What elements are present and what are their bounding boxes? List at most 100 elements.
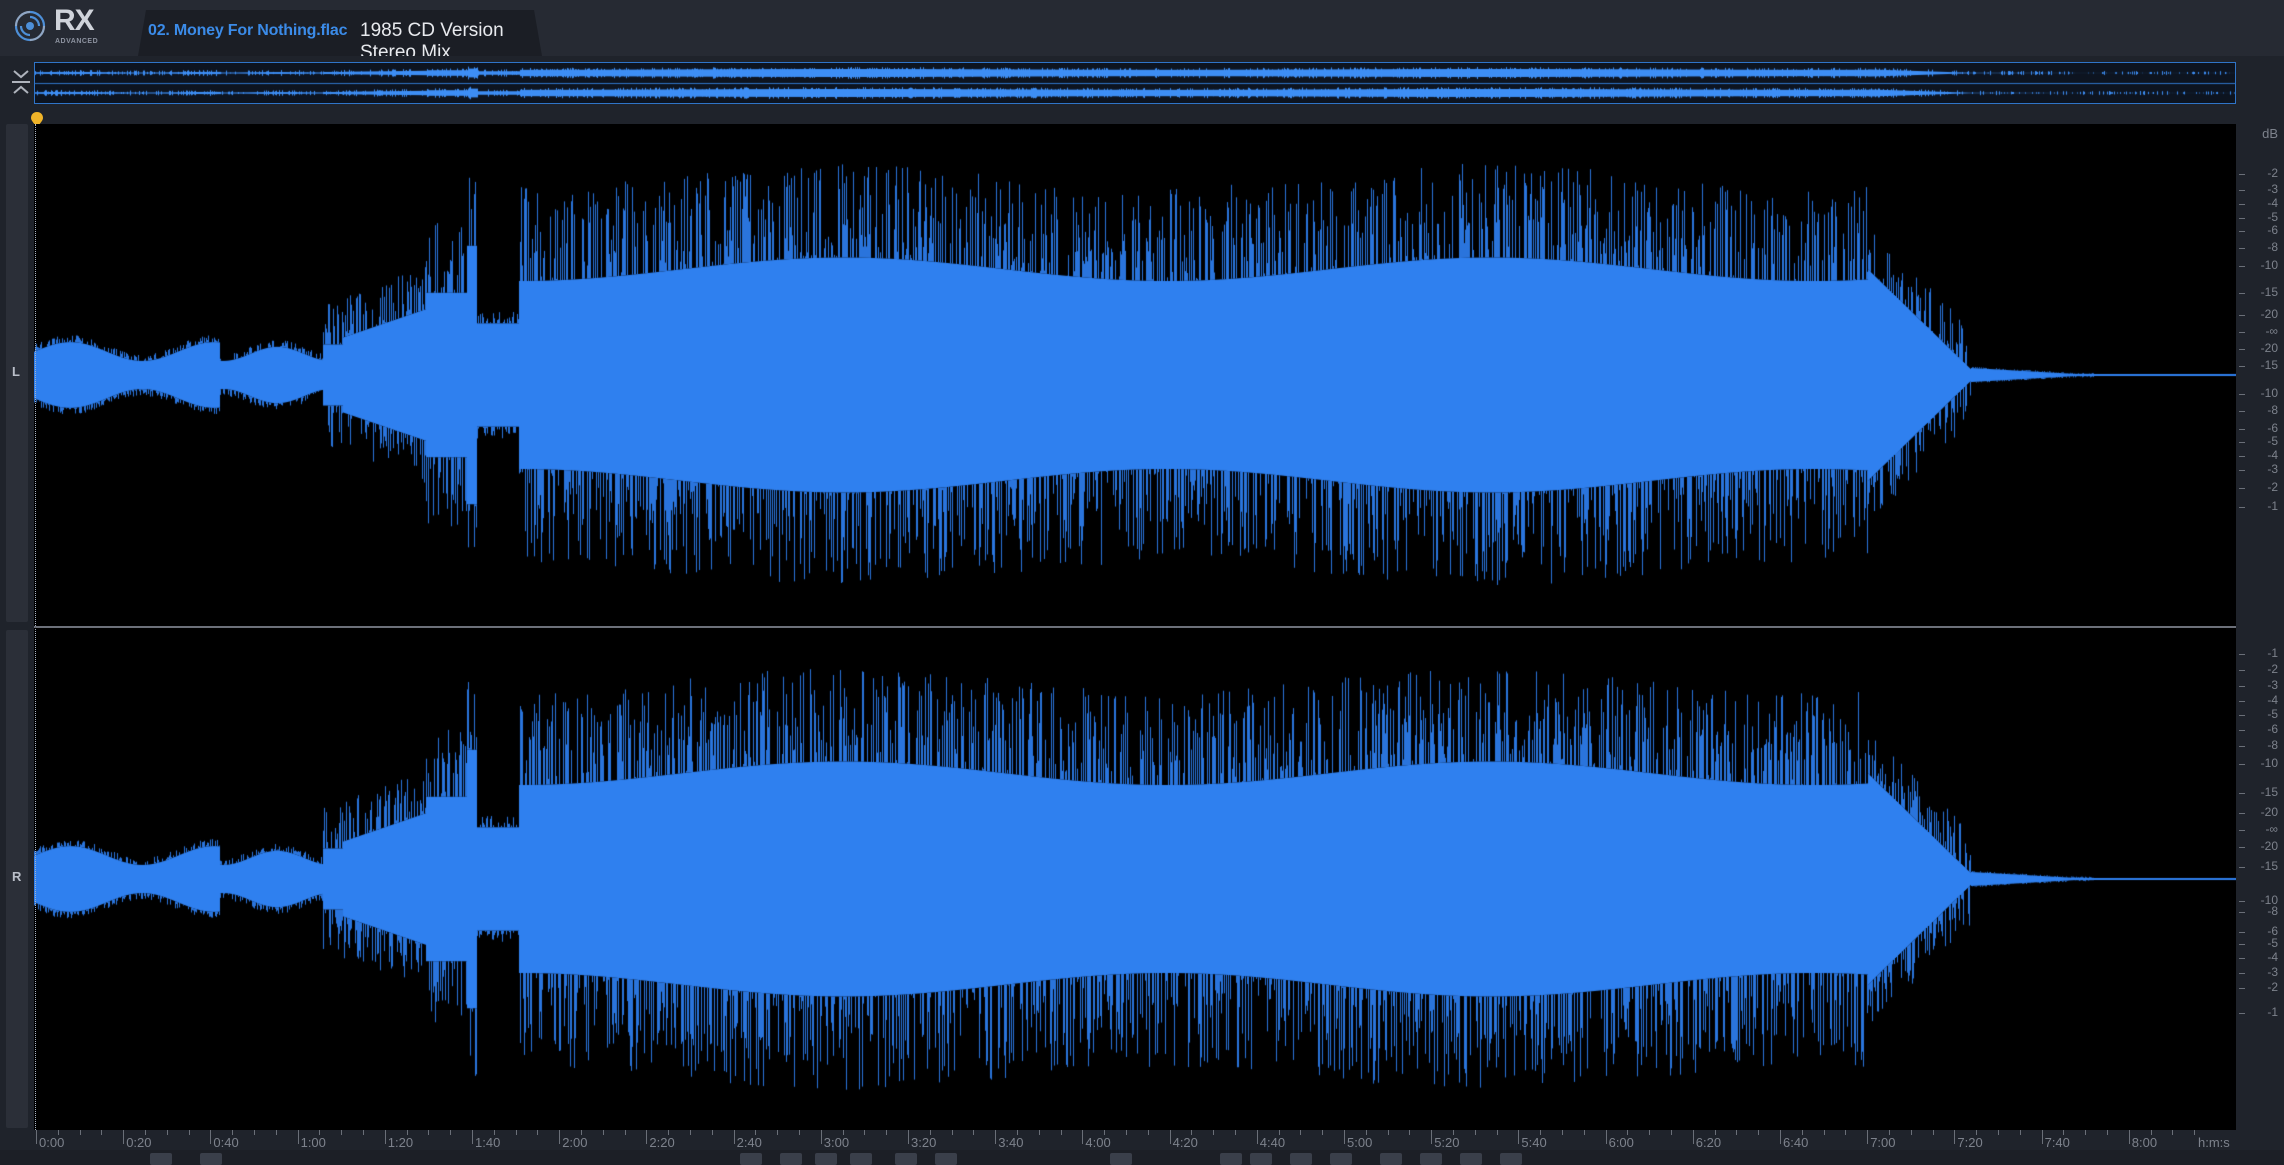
db-tick-mark — [2239, 366, 2245, 367]
channel-label-right: R — [12, 869, 22, 884]
time-minor-tick — [690, 1130, 691, 1135]
db-tick-label: -3 — [2267, 462, 2278, 476]
time-tick-label: 4:20 — [1172, 1135, 1198, 1150]
time-tick-mark — [995, 1130, 997, 1144]
db-tick-mark — [2239, 332, 2245, 333]
time-minor-tick — [1889, 1130, 1890, 1135]
db-tick-label: -6 — [2267, 223, 2278, 237]
toolbar-tool-icon[interactable] — [895, 1153, 917, 1165]
db-tick-label: -4 — [2267, 196, 2278, 210]
db-tick-mark — [2239, 944, 2245, 945]
db-tick-mark — [2239, 231, 2245, 232]
db-tick-mark — [2239, 456, 2245, 457]
file-tab-filename: 02. Money For Nothing.flac — [148, 22, 348, 39]
toolbar-tool-icon[interactable] — [1110, 1153, 1132, 1165]
db-tick-label: -15 — [2260, 859, 2278, 873]
rx-logo[interactable]: RX ADVANCED — [8, 4, 98, 48]
toolbar-tool-icon[interactable] — [1500, 1153, 1522, 1165]
waveform-display[interactable] — [34, 124, 2236, 1130]
time-minor-tick — [1126, 1130, 1127, 1135]
db-scale: dB -2 -3 -4 -5 -6 -8 -10 -15 -20 -∞ -20 -15 -10 -8 -6-… — [2236, 124, 2284, 1130]
time-tick-label: 4:40 — [1259, 1135, 1286, 1150]
db-tick-label: -15 — [2260, 358, 2278, 372]
db-tick-label: -5 — [2267, 936, 2278, 950]
time-unit-label: h:m:s — [2198, 1135, 2230, 1150]
time-tick-mark — [1867, 1130, 1869, 1144]
db-tick-mark — [2239, 867, 2245, 868]
time-tick-label: 2:00 — [562, 1135, 588, 1150]
time-minor-tick — [1365, 1130, 1367, 1135]
time-tick-mark — [123, 1130, 125, 1144]
time-minor-tick — [602, 1130, 604, 1135]
db-tick-mark — [2239, 349, 2245, 350]
time-minor-tick — [101, 1130, 103, 1135]
db-tick-label: -10 — [2260, 386, 2278, 400]
toolbar-tool-icon[interactable] — [815, 1153, 837, 1165]
time-tick-label: 6:20 — [1695, 1135, 1722, 1150]
time-tick-mark — [472, 1130, 473, 1144]
db-tick-label: -1 — [2267, 499, 2278, 513]
time-tick-label: 2:40 — [736, 1135, 762, 1150]
db-tick-label: -20 — [2260, 805, 2278, 819]
rx-editor-window: RX ADVANCED 02. Money For Nothing.flac 1… — [0, 0, 2284, 1165]
time-minor-tick — [1322, 1130, 1324, 1135]
db-tick-label: -3 — [2267, 965, 2278, 979]
file-tab[interactable]: 02. Money For Nothing.flac 1985 CD Versi… — [138, 10, 542, 56]
db-tick-label: -2 — [2267, 166, 2278, 180]
waveform-overview[interactable] — [34, 62, 2236, 104]
top-ruler — [30, 108, 2238, 124]
time-tick-label: 6:40 — [1783, 1135, 1809, 1150]
time-minor-tick — [1387, 1130, 1389, 1135]
time-tick-mark — [2128, 1130, 2130, 1144]
db-tick-mark — [2239, 973, 2245, 974]
time-minor-tick — [145, 1130, 146, 1135]
time-tick-mark — [1692, 1130, 1694, 1144]
db-tick-mark — [2239, 1013, 2245, 1014]
time-minor-tick — [450, 1130, 452, 1135]
toolbar-tool-icon[interactable] — [1380, 1153, 1402, 1165]
time-tick-label: 8:00 — [2131, 1135, 2158, 1150]
time-minor-tick — [777, 1130, 779, 1135]
toolbar-tool-icon[interactable] — [850, 1153, 872, 1165]
time-minor-tick — [1736, 1130, 1738, 1135]
time-tick-mark — [2041, 1130, 2043, 1144]
time-tick-mark — [733, 1130, 735, 1144]
db-tick-label: -20 — [2260, 839, 2278, 853]
toolbar-tool-icon[interactable] — [1330, 1153, 1352, 1165]
toolbar-tool-icon[interactable] — [1290, 1153, 1312, 1165]
time-minor-tick — [1409, 1130, 1411, 1135]
time-minor-tick — [1562, 1130, 1563, 1135]
time-minor-tick — [886, 1130, 888, 1135]
time-tick-mark — [1256, 1130, 1258, 1144]
time-minor-tick — [1714, 1130, 1716, 1135]
db-tick-mark — [2239, 654, 2245, 655]
time-minor-tick — [1649, 1130, 1651, 1135]
time-minor-tick — [57, 1130, 59, 1135]
toolbar-tool-icon[interactable] — [740, 1153, 762, 1165]
time-minor-tick — [951, 1130, 953, 1135]
db-tick-mark — [2239, 912, 2245, 913]
toolbar-tool-icon[interactable] — [150, 1153, 172, 1165]
toolbar-tool-icon[interactable] — [935, 1153, 957, 1165]
time-minor-tick — [842, 1130, 844, 1135]
toolbar-tool-icon[interactable] — [780, 1153, 802, 1165]
toolbar-tool-icon[interactable] — [1220, 1153, 1242, 1165]
toolbar-tool-icon[interactable] — [1420, 1153, 1442, 1165]
time-tick-label: 6:00 — [1608, 1135, 1634, 1150]
db-tick-label: -2 — [2267, 480, 2278, 494]
time-ruler[interactable]: 0:00 0:20 0:40 1:00 1:20 1:40 2:00 2:20 2:40 3:00… — [34, 1130, 2284, 1150]
db-tick-mark — [2239, 218, 2245, 219]
time-tick-label: 0:40 — [213, 1135, 239, 1150]
db-tick-mark — [2239, 847, 2245, 848]
logo-subtitle: ADVANCED — [55, 38, 99, 45]
db-tick-label: -20 — [2260, 341, 2278, 355]
db-tick-label: -8 — [2267, 403, 2278, 417]
time-minor-tick — [1823, 1130, 1825, 1135]
time-minor-tick — [363, 1130, 364, 1135]
time-minor-tick — [166, 1130, 168, 1135]
toolbar-tool-icon[interactable] — [200, 1153, 222, 1165]
toolbar-tool-icon[interactable] — [1250, 1153, 1272, 1165]
collapse-overview-button[interactable] — [9, 66, 33, 100]
toolbar-tool-icon[interactable] — [1460, 1153, 1482, 1165]
db-tick-label: -20 — [2260, 307, 2278, 321]
